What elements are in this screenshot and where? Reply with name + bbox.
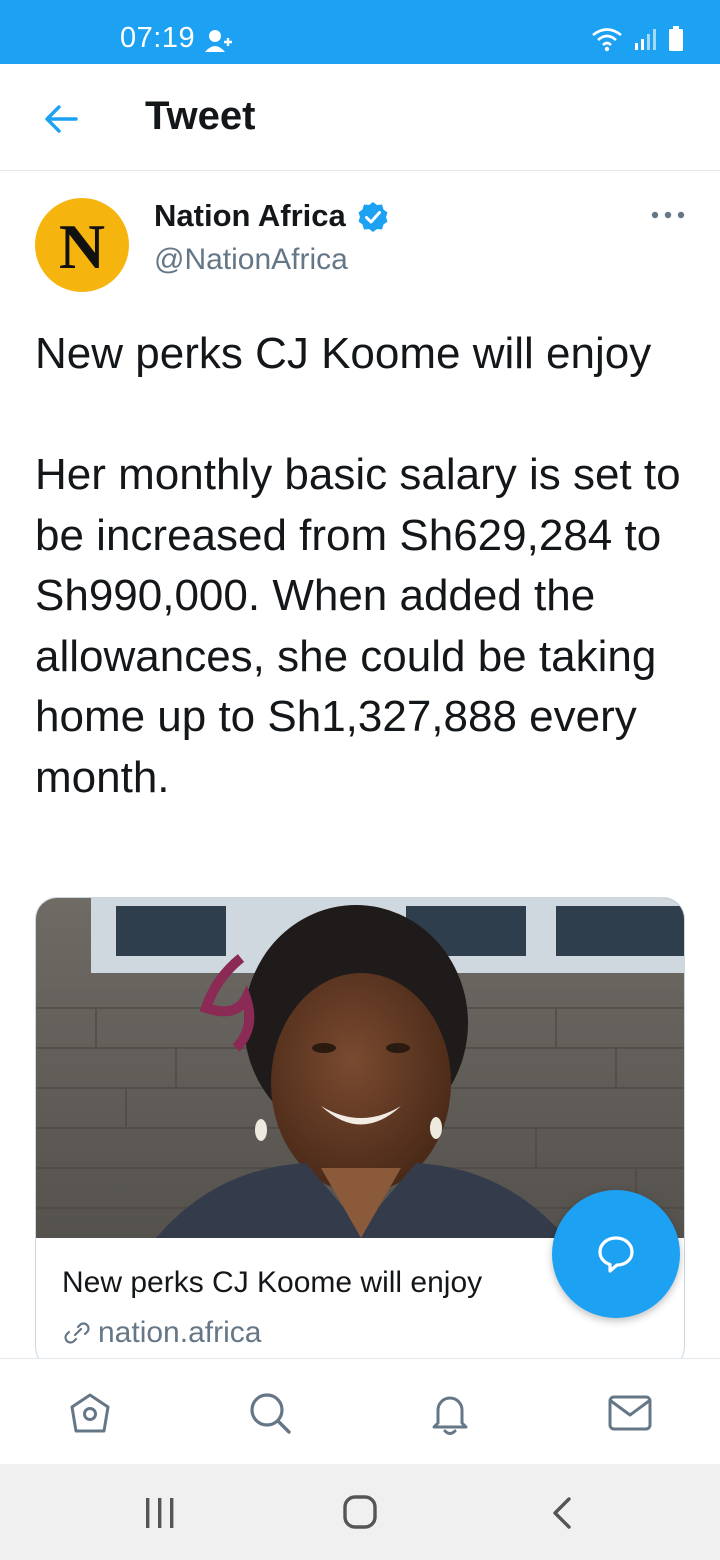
home-icon[interactable] [66, 1389, 114, 1437]
search-icon[interactable] [246, 1389, 294, 1437]
status-indicators [590, 26, 684, 52]
notifications-icon[interactable] [426, 1389, 474, 1437]
battery-icon [669, 26, 683, 51]
status-bar: 07:19 [0, 0, 720, 64]
card-image [36, 898, 684, 1238]
verified-badge-icon [358, 202, 388, 232]
wifi-icon [592, 28, 622, 52]
avatar-letter: N [58, 211, 106, 282]
page-title: Tweet [145, 94, 256, 138]
back-nav-icon[interactable] [550, 1496, 574, 1530]
more-options-icon[interactable] [650, 208, 686, 222]
compose-reply-icon [598, 1236, 634, 1273]
compose-reply-button[interactable] [552, 1190, 680, 1318]
tweet-header: Tweet [0, 64, 720, 171]
home-button-icon[interactable] [342, 1494, 378, 1530]
avatar[interactable]: N [35, 198, 129, 292]
author-handle[interactable]: @NationAfrica [154, 243, 348, 277]
signal-icon [635, 29, 656, 50]
card-domain-text: nation.africa [98, 1316, 262, 1349]
author-name[interactable]: Nation Africa [154, 198, 346, 234]
system-nav-bar [0, 1464, 720, 1560]
person-add-icon [205, 30, 232, 52]
recent-apps-icon[interactable] [144, 1496, 176, 1530]
messages-icon[interactable] [606, 1389, 654, 1437]
card-title: New perks CJ Koome will enjoy [62, 1266, 483, 1299]
link-icon [64, 1322, 90, 1344]
status-time: 07:19 [120, 22, 196, 54]
tweet-text: New perks CJ Koome will enjoy Her monthl… [35, 329, 681, 802]
card-domain: nation.africa [62, 1316, 261, 1350]
back-arrow-icon[interactable] [40, 98, 82, 140]
bottom-nav [0, 1358, 720, 1465]
